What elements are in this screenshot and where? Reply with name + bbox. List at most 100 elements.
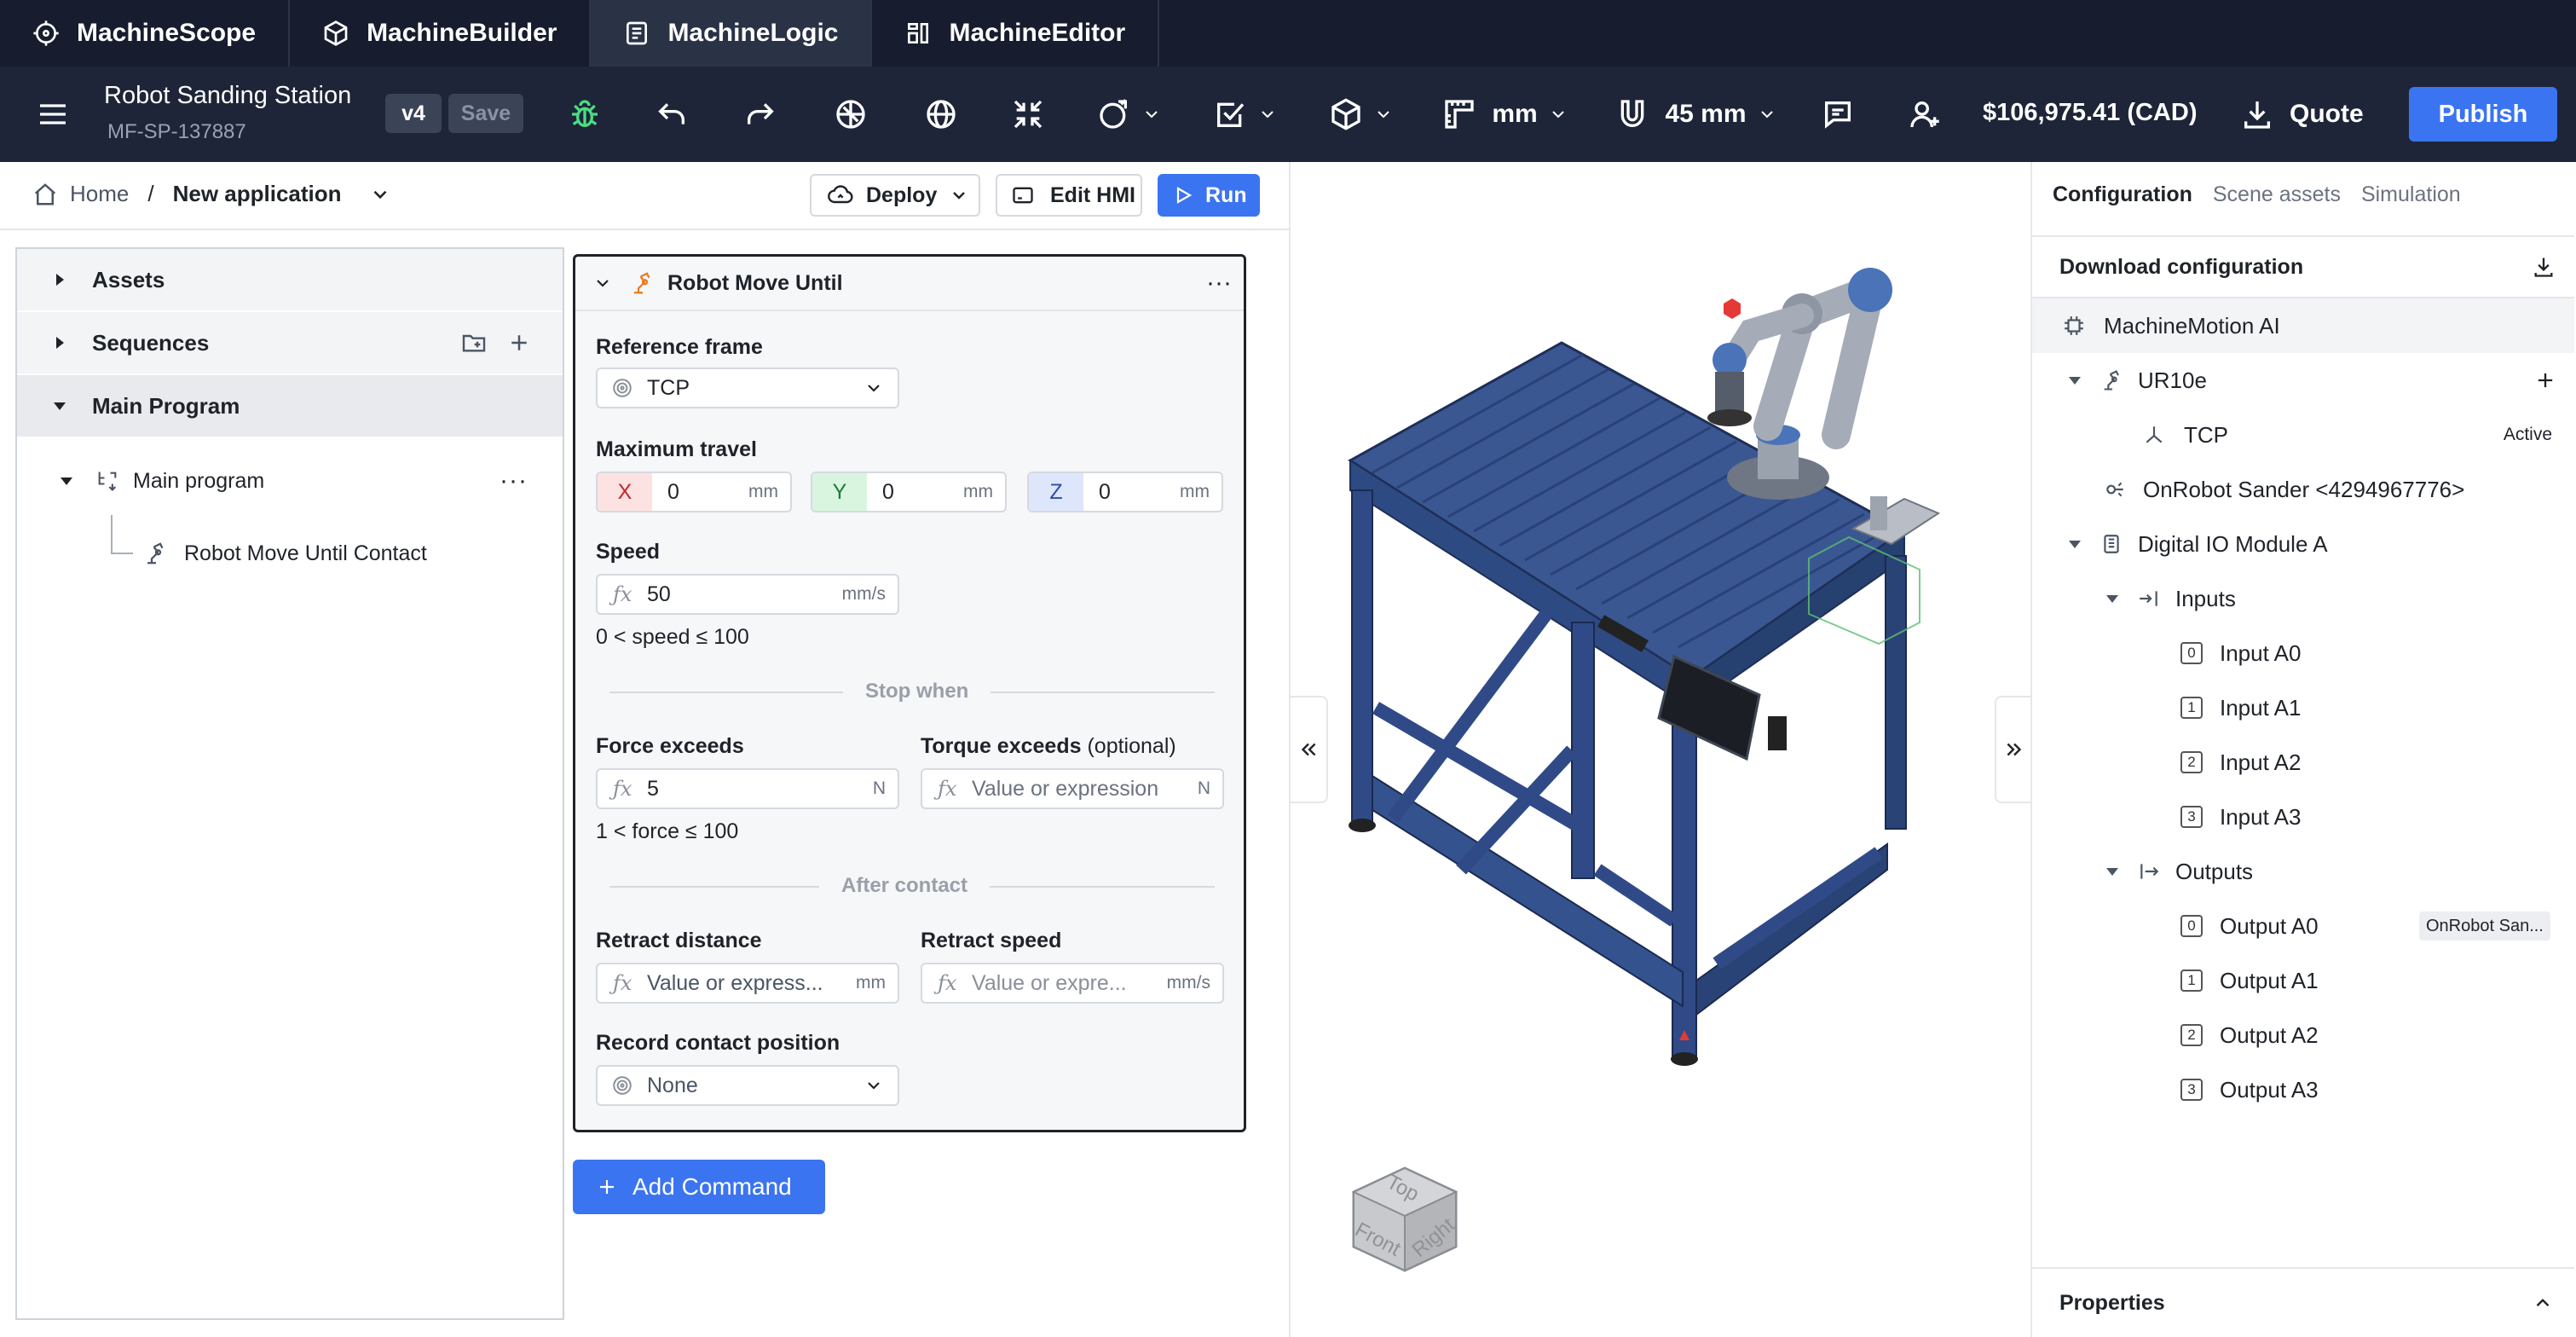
cube-icon (1329, 97, 1363, 131)
breadcrumb-home[interactable]: Home (70, 181, 129, 207)
chevron-down-icon (1247, 104, 1278, 124)
tree-item-output[interactable]: 0 Output A0 OnRobot San... (2032, 899, 2574, 953)
collapse-left-button[interactable] (1291, 696, 1328, 803)
collision-dropdown[interactable] (1089, 87, 1170, 142)
add-icon[interactable] (506, 330, 532, 356)
tree-item-sander[interactable]: OnRobot Sander <4294967776> (2032, 462, 2574, 517)
tree-item-output[interactable]: 2 Output A2 (2032, 1008, 2574, 1062)
tree-label: Outputs (2175, 858, 2254, 884)
speed-field[interactable]: ƒx 50 mm/s (596, 574, 899, 615)
save-button[interactable]: Save (448, 94, 523, 133)
project-info[interactable]: Robot Sanding Station MF-SP-137887 (104, 82, 351, 144)
reference-frame-select[interactable]: TCP (596, 368, 899, 408)
x-travel-field[interactable]: X 0 mm (596, 472, 792, 512)
tree-label: UR10e (2138, 367, 2207, 393)
z-travel-field[interactable]: Z 0 mm (1027, 472, 1223, 512)
tree-item-inputs[interactable]: Inputs (2032, 571, 2574, 626)
torque-field[interactable]: ƒx Value or expression N (921, 768, 1224, 809)
comments-button[interactable] (1819, 87, 1857, 142)
tree-item-outputs[interactable]: Outputs (2032, 844, 2574, 899)
run-button[interactable]: Run (1158, 174, 1260, 217)
tab-simulation[interactable]: Simulation (2361, 182, 2461, 207)
transform-button[interactable] (832, 87, 869, 142)
debug-button[interactable] (566, 87, 604, 142)
chevron-down-icon (863, 378, 884, 398)
add-icon[interactable] (2533, 368, 2557, 392)
chip-icon (2063, 315, 2085, 337)
tree-item-robot-move[interactable]: Robot Move Until Contact (143, 530, 427, 576)
force-field[interactable]: ƒx 5 N (596, 768, 899, 809)
deploy-dropdown[interactable]: Deploy (810, 174, 980, 217)
chevron-down-icon[interactable] (369, 183, 391, 205)
double-chevron-left-icon (1297, 738, 1320, 761)
menu-button[interactable] (34, 87, 72, 142)
tab-label: MachineEditor (949, 19, 1126, 47)
tab-machinescope[interactable]: MachineScope (0, 0, 291, 67)
quote-button[interactable]: Quote (2240, 87, 2368, 142)
expand-right-button[interactable] (1995, 696, 2032, 803)
y-travel-field[interactable]: Y 0 mm (811, 472, 1007, 512)
tree-item-output[interactable]: 1 Output A1 (2032, 953, 2574, 1008)
download-icon[interactable] (2532, 255, 2556, 279)
play-icon (1173, 185, 1193, 205)
redo-button[interactable] (742, 87, 779, 142)
tree-item-tcp[interactable]: TCP Active (2032, 408, 2574, 462)
unit-label: mm (856, 973, 886, 993)
tab-machinebuilder[interactable]: MachineBuilder (290, 0, 592, 67)
share-button[interactable] (1906, 87, 1944, 142)
chevron-up-icon[interactable] (2532, 1292, 2554, 1314)
tree-item-input[interactable]: 0 Input A0 (2032, 626, 2574, 680)
retract-distance-field[interactable]: ƒx Value or express... mm (596, 963, 899, 1004)
properties-section[interactable]: Properties (2032, 1267, 2574, 1337)
tree-item-input[interactable]: 1 Input A1 (2032, 680, 2574, 735)
sequences-section[interactable]: Sequences (17, 312, 563, 373)
caret-down-icon (2104, 590, 2121, 607)
unit-label: mm/s (841, 584, 886, 604)
tab-machineeditor[interactable]: MachineEditor (872, 0, 1160, 67)
tab-configuration[interactable]: Configuration (2053, 182, 2192, 207)
undo-button[interactable] (653, 87, 690, 142)
publish-button[interactable]: Publish (2409, 87, 2557, 142)
breadcrumb-current[interactable]: New application (173, 181, 342, 207)
collapse-button[interactable] (1009, 87, 1047, 142)
tree-item-input[interactable]: 2 Input A2 (2032, 735, 2574, 790)
main-program-section[interactable]: Main Program (17, 375, 563, 437)
snap-dropdown[interactable]: 45 mm (1611, 87, 1782, 142)
view-cube[interactable]: Top Front Right (1328, 1143, 1481, 1296)
caret-down-icon (2066, 372, 2083, 389)
tree-item-output[interactable]: 3 Output A3 (2032, 1062, 2574, 1117)
orbit-button[interactable] (922, 87, 960, 142)
download-configuration-row[interactable]: Download configuration (2032, 235, 2574, 298)
tree-item-controller[interactable]: MachineMotion AI (2032, 298, 2574, 353)
retract-speed-label: Retract speed (921, 929, 1062, 952)
record-position-select[interactable]: None (596, 1065, 899, 1106)
chevron-down-icon (1747, 104, 1777, 124)
tree-item-main-program[interactable]: Main program ··· (17, 457, 563, 505)
more-icon[interactable]: ··· (1206, 269, 1232, 298)
units-value: mm (1492, 100, 1538, 128)
check-dropdown[interactable] (1205, 87, 1285, 142)
card-header[interactable]: Robot Move Until ··· (575, 257, 1244, 311)
3d-viewport[interactable]: Top Front Right (1289, 162, 2032, 1337)
chevron-down-icon (1131, 104, 1162, 124)
more-icon[interactable]: ··· (500, 466, 528, 495)
tree-label: Output A2 (2220, 1022, 2319, 1048)
add-command-button[interactable]: Add Command (573, 1160, 825, 1214)
tree-item-robot[interactable]: UR10e (2032, 353, 2574, 408)
chevron-down-icon[interactable] (592, 273, 613, 293)
tree-item-input[interactable]: 3 Input A3 (2032, 790, 2574, 844)
assets-section[interactable]: Assets (17, 249, 563, 310)
tab-scene-assets[interactable]: Scene assets (2213, 182, 2341, 207)
tree-item-io-module[interactable]: Digital IO Module A (2032, 517, 2574, 571)
new-folder-icon[interactable] (460, 329, 488, 356)
function-icon: ƒx (938, 777, 957, 801)
program-tree-panel: Assets Sequences Main Program Main progr… (15, 247, 564, 1320)
edit-hmi-button[interactable]: Edit HMI (996, 174, 1142, 217)
view-dropdown[interactable] (1321, 87, 1401, 142)
tree-label: Input A0 (2220, 640, 2302, 666)
tab-machinelogic[interactable]: MachineLogic (591, 0, 873, 67)
units-dropdown[interactable]: mm (1439, 87, 1572, 142)
home-icon[interactable] (32, 182, 58, 207)
retract-speed-field[interactable]: ƒx Value or expre... mm/s (921, 963, 1224, 1004)
robot-arm-icon (143, 541, 169, 566)
